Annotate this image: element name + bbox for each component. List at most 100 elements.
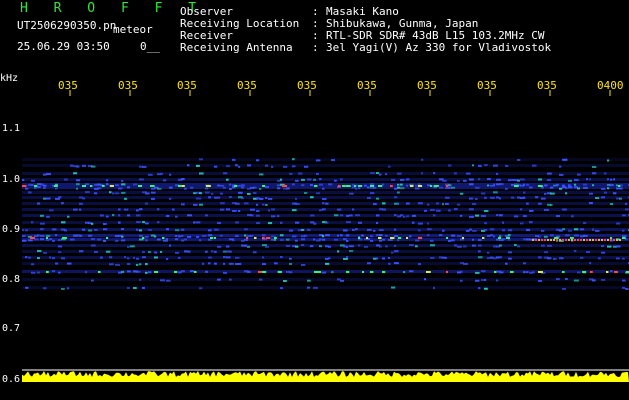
band-speck xyxy=(46,172,51,175)
band-speck xyxy=(118,187,123,190)
band-speck xyxy=(241,186,245,189)
y-tick: 1.0 xyxy=(2,174,21,185)
band-speck xyxy=(610,178,613,181)
band-speck xyxy=(574,250,577,253)
band-speck xyxy=(316,172,319,175)
band-speck xyxy=(295,197,298,200)
band-speck xyxy=(478,256,483,259)
band-speck xyxy=(385,245,388,248)
band-speck xyxy=(46,239,50,242)
band-speck xyxy=(529,186,533,189)
band-speck xyxy=(103,239,107,242)
hotspot xyxy=(254,237,257,239)
band-speck xyxy=(589,192,593,195)
band-speck xyxy=(295,239,298,242)
band-speck xyxy=(283,279,287,282)
band-speck xyxy=(175,215,178,218)
band-speck xyxy=(37,202,41,205)
hotspot xyxy=(541,239,543,241)
band-speck xyxy=(124,256,127,259)
band-speck xyxy=(136,209,139,212)
band-speck xyxy=(205,191,210,194)
hotspot xyxy=(138,185,143,187)
band-speck xyxy=(556,183,560,186)
band-speck xyxy=(586,251,591,254)
band-speck xyxy=(586,178,589,181)
band-speck xyxy=(82,164,86,167)
band-speck xyxy=(25,187,29,190)
band-speck xyxy=(466,172,471,175)
band-speck xyxy=(508,257,512,260)
hotspot xyxy=(618,185,621,187)
band-speck xyxy=(544,192,547,195)
band-speck xyxy=(121,179,124,182)
band-speck xyxy=(325,234,330,237)
band-speck xyxy=(76,165,80,168)
band-speck xyxy=(484,196,487,199)
band-speck xyxy=(442,229,445,232)
band-speck xyxy=(490,234,494,237)
band-speck xyxy=(127,186,130,189)
band-speck xyxy=(226,208,231,211)
band-speck xyxy=(313,238,316,241)
band-speck xyxy=(136,228,139,231)
band-speck xyxy=(541,229,545,232)
band-speck xyxy=(100,214,104,217)
band-speck xyxy=(256,203,259,206)
band-speck xyxy=(52,228,57,231)
band-speck xyxy=(565,278,568,281)
band-speck xyxy=(250,214,254,217)
band-speck xyxy=(82,197,86,200)
band-speck xyxy=(133,256,136,259)
band-speck xyxy=(61,257,66,260)
band-row xyxy=(22,286,629,289)
band-speck xyxy=(538,279,543,282)
band-speck xyxy=(460,270,463,273)
band-speck xyxy=(565,234,570,237)
band-speck xyxy=(157,238,161,241)
band-speck xyxy=(262,203,265,206)
band-speck xyxy=(442,179,447,182)
hotspot xyxy=(358,237,361,239)
band-speck xyxy=(238,191,243,194)
band-speck xyxy=(319,209,323,212)
band-speck xyxy=(529,221,533,224)
band-speck xyxy=(265,197,268,200)
band-speck xyxy=(400,183,403,186)
band-speck xyxy=(391,178,396,181)
hotspot xyxy=(582,271,587,273)
band-speck xyxy=(472,244,476,247)
hotspot xyxy=(262,271,267,273)
hotspot xyxy=(398,237,402,239)
band-speck xyxy=(418,183,421,186)
band-speck xyxy=(427,234,430,237)
band-speck xyxy=(445,202,449,205)
band-speck xyxy=(574,228,579,231)
band-speck xyxy=(169,197,172,200)
band-speck xyxy=(418,202,423,205)
band-speck xyxy=(487,257,491,260)
band-speck xyxy=(619,187,623,190)
band-speck xyxy=(142,286,145,289)
band-speck xyxy=(433,286,436,289)
band-speck xyxy=(367,186,370,189)
hotspot xyxy=(274,237,277,239)
hotspot xyxy=(262,237,265,239)
band-speck xyxy=(247,164,252,167)
band-speck xyxy=(406,202,410,205)
band-speck xyxy=(583,234,588,237)
band-speck xyxy=(394,214,397,217)
band-speck xyxy=(43,173,47,176)
band-speck xyxy=(220,234,223,237)
band-speck xyxy=(142,251,145,254)
band-speck xyxy=(376,257,379,260)
band-speck xyxy=(388,262,391,265)
band-speck xyxy=(307,228,311,231)
band-speck xyxy=(520,208,523,211)
noise-level-trace xyxy=(22,371,629,382)
band-speck xyxy=(223,256,226,259)
band-speck xyxy=(367,262,371,265)
info-label-receiver: Receiver xyxy=(180,29,233,42)
band-speck xyxy=(613,192,617,195)
hotspot xyxy=(46,271,49,273)
